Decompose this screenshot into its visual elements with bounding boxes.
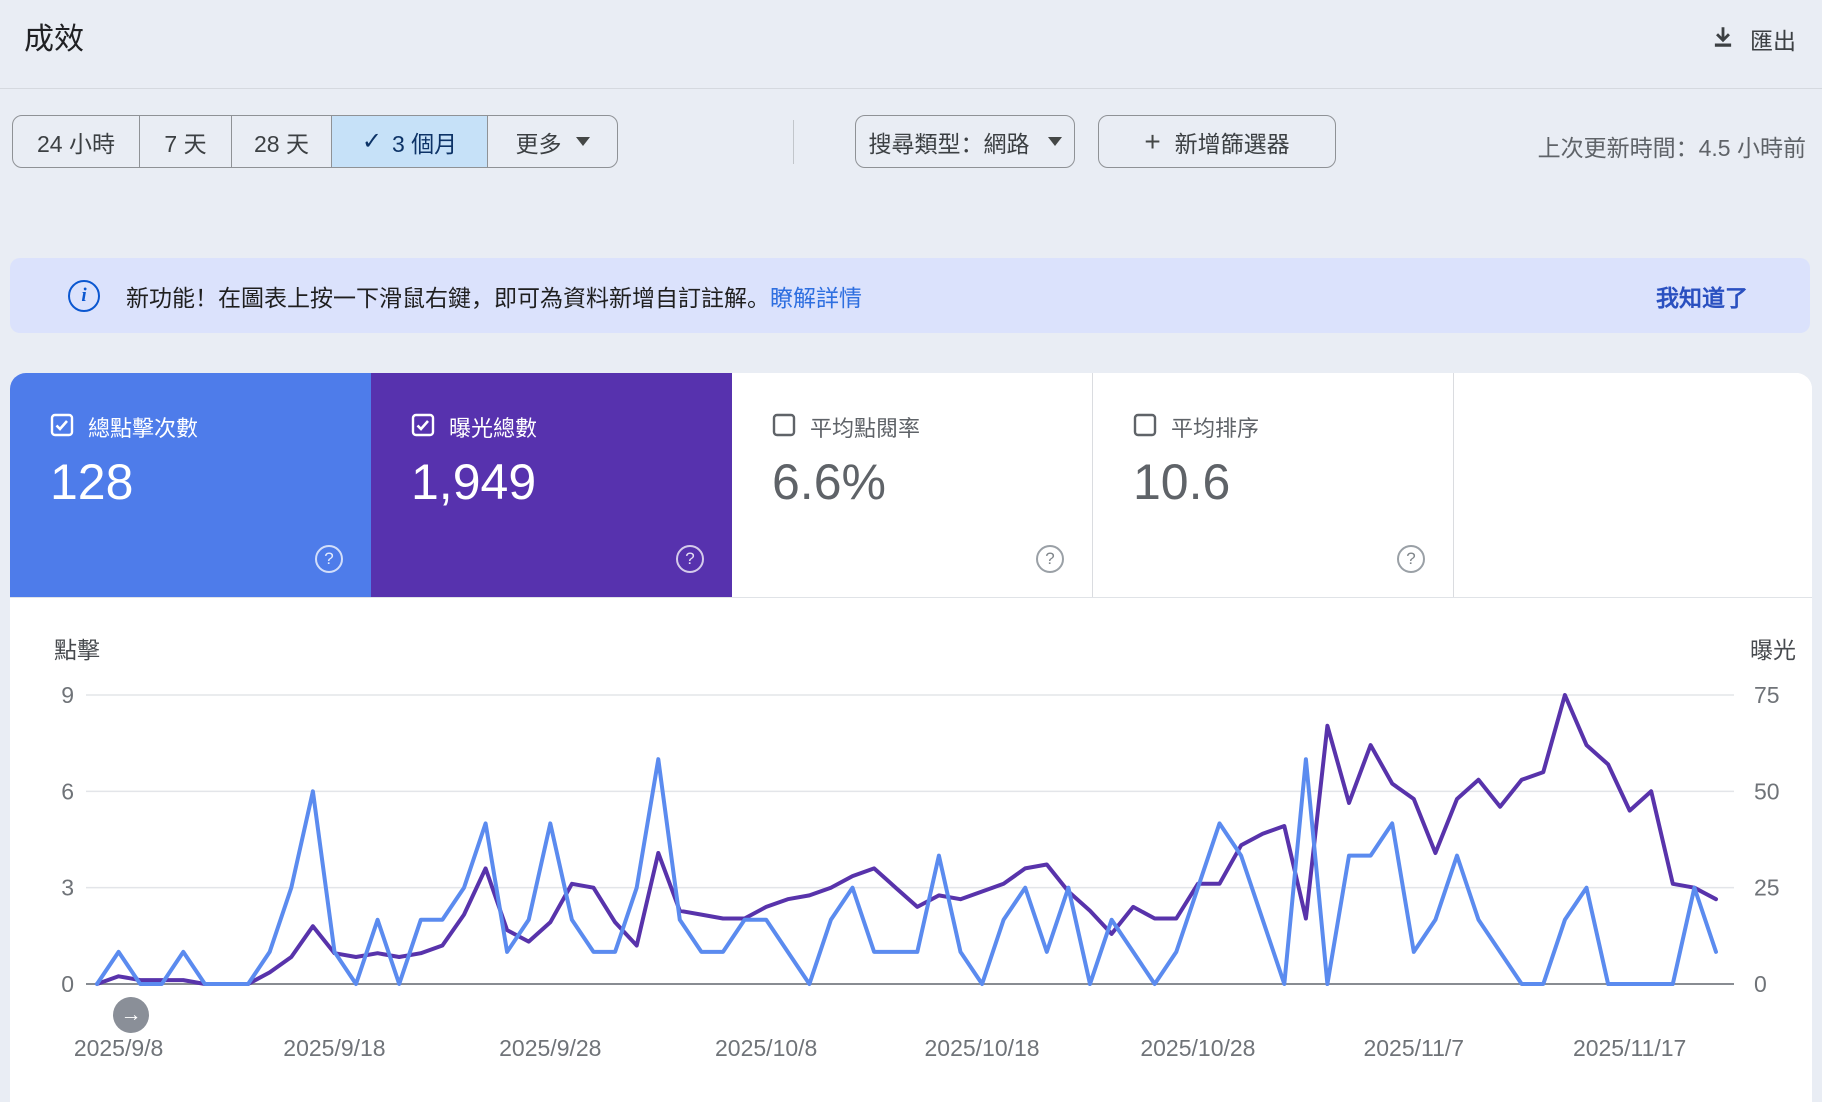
- clicks-line: [97, 759, 1716, 984]
- right-axis-tick: 25: [1754, 875, 1780, 901]
- dismiss-button[interactable]: 我知道了: [1656, 279, 1748, 313]
- last-updated-text: 上次更新時間：4.5 小時前: [1538, 129, 1806, 163]
- left-axis-tick: 3: [61, 875, 74, 901]
- page-title: 成效: [24, 14, 84, 58]
- right-axis-label: 曝光: [1750, 637, 1796, 663]
- metric-cards: 總點擊次數 128 ? 曝光總數 1,949 ? 平均點閱率 6.6% ? 平均…: [10, 373, 1812, 598]
- right-axis-tick: 50: [1754, 778, 1780, 804]
- left-axis-tick: 0: [61, 971, 74, 997]
- x-axis-tick: 2025/10/8: [715, 1035, 817, 1061]
- learn-more-link[interactable]: 瞭解詳情: [770, 285, 862, 311]
- info-icon: i: [68, 280, 100, 312]
- export-button[interactable]: 匯出: [1710, 22, 1796, 56]
- controls-divider: [793, 120, 794, 164]
- banner-text: 新功能！在圖表上按一下滑鼠右鍵，即可為資料新增自訂註解。瞭解詳情: [126, 279, 862, 313]
- help-icon[interactable]: ?: [1397, 545, 1425, 573]
- left-axis-label: 點擊: [54, 637, 100, 663]
- chip-3months[interactable]: ✓ 3 個月: [331, 116, 487, 167]
- average-position-value: 10.6: [1133, 453, 1230, 511]
- help-icon[interactable]: ?: [1036, 545, 1064, 573]
- chip-7d[interactable]: 7 天: [139, 116, 231, 167]
- x-axis-tick: 2025/9/8: [74, 1035, 164, 1061]
- total-impressions-value: 1,949: [411, 453, 536, 511]
- add-filter-button[interactable]: + 新增篩選器: [1098, 115, 1336, 168]
- x-axis-tick: 2025/11/7: [1363, 1035, 1464, 1061]
- impressions-line: [97, 695, 1716, 984]
- x-axis-tick: 2025/10/18: [924, 1035, 1039, 1061]
- chip-28d[interactable]: 28 天: [231, 116, 331, 167]
- checkbox-checked-icon[interactable]: [411, 413, 435, 442]
- performance-chart: 0 0 3 25 6 50 9 75 點擊 曝光 2025/9/8 2025/9/18 2025/9/2…: [10, 598, 1812, 1102]
- pan-forward-button[interactable]: →: [113, 997, 149, 1033]
- chip-24h[interactable]: 24 小時: [13, 116, 139, 167]
- x-axis-tick: 2025/11/17: [1573, 1035, 1686, 1061]
- help-icon[interactable]: ?: [315, 545, 343, 573]
- left-axis-tick: 6: [61, 778, 74, 804]
- date-range-chip-group: 24 小時 7 天 28 天 ✓ 3 個月 更多: [12, 115, 618, 168]
- total-clicks-value: 128: [50, 453, 133, 511]
- average-ctr-value: 6.6%: [772, 453, 886, 511]
- x-axis-tick: 2025/10/28: [1140, 1035, 1255, 1061]
- help-icon[interactable]: ?: [676, 545, 704, 573]
- x-axis-tick: 2025/9/28: [499, 1035, 601, 1061]
- right-axis-tick: 75: [1754, 682, 1780, 708]
- plus-icon: +: [1144, 128, 1160, 156]
- export-label: 匯出: [1750, 22, 1796, 56]
- header-divider: [0, 88, 1822, 89]
- checkbox-unchecked-icon[interactable]: [772, 413, 796, 442]
- chevron-down-icon: [1048, 137, 1062, 146]
- checkbox-checked-icon[interactable]: [50, 413, 74, 442]
- card-total-clicks[interactable]: 總點擊次數 128 ?: [10, 373, 371, 597]
- right-axis-tick: 0: [1754, 971, 1767, 997]
- card-average-position[interactable]: 平均排序 10.6 ?: [1093, 373, 1454, 597]
- chevron-down-icon: [576, 137, 590, 146]
- check-icon: ✓: [362, 127, 382, 156]
- download-icon: [1710, 24, 1736, 55]
- annotation-info-banner: i 新功能！在圖表上按一下滑鼠右鍵，即可為資料新增自訂註解。瞭解詳情 我知道了: [10, 258, 1810, 333]
- checkbox-unchecked-icon[interactable]: [1133, 413, 1157, 442]
- left-axis-tick: 9: [61, 682, 74, 708]
- card-average-ctr[interactable]: 平均點閱率 6.6% ?: [732, 373, 1093, 597]
- x-axis-tick: 2025/9/18: [283, 1035, 385, 1061]
- chip-more[interactable]: 更多: [487, 116, 617, 167]
- card-total-impressions[interactable]: 曝光總數 1,949 ?: [371, 373, 732, 597]
- search-type-dropdown[interactable]: 搜尋類型：網路: [855, 115, 1075, 168]
- card-filler: [1454, 373, 1812, 597]
